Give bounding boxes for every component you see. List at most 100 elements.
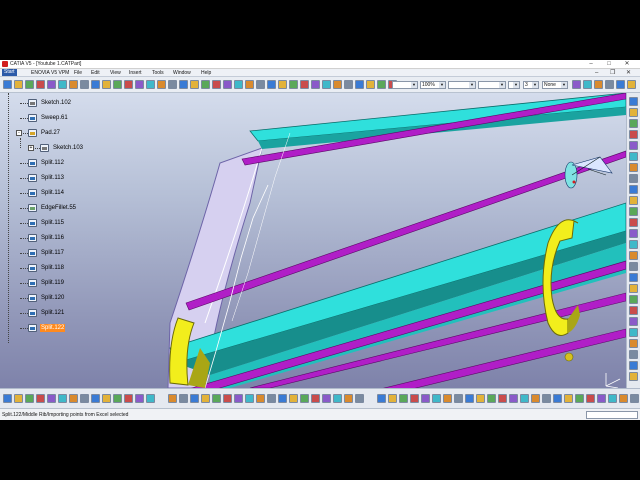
toolbar-tool-icon[interactable] — [25, 394, 34, 403]
toolbar-tool-icon[interactable] — [168, 80, 177, 89]
layer-combo[interactable]: 3 ▼ — [523, 81, 539, 89]
split-icon[interactable] — [28, 309, 37, 317]
toolbar-tool-icon[interactable] — [256, 80, 265, 89]
toolbar-tool-icon[interactable] — [629, 262, 638, 271]
toolbar-tool-icon[interactable] — [223, 80, 232, 89]
toolbar-tool-icon[interactable] — [629, 317, 638, 326]
menu-file[interactable]: File — [74, 70, 82, 76]
split-icon[interactable] — [28, 159, 37, 167]
toolbar-tool-icon[interactable] — [629, 339, 638, 348]
toolbar-tool-icon[interactable] — [333, 80, 342, 89]
toolbar-tool-icon[interactable] — [542, 394, 551, 403]
3d-viewport[interactable]: Sketch.102 Sweep.61 - Pad.27 + Sketch.103 Spli… — [0, 93, 626, 388]
toolbar-tool-icon[interactable] — [36, 394, 45, 403]
sketch-icon[interactable] — [28, 99, 37, 107]
toolbar-tool-icon[interactable] — [146, 80, 155, 89]
tree-node-label[interactable]: Split.121 — [40, 309, 65, 317]
toolbar-tool-icon[interactable] — [344, 80, 353, 89]
toolbar-tool-icon[interactable] — [245, 80, 254, 89]
toolbar-tool-icon[interactable] — [608, 394, 617, 403]
tree-expander-icon[interactable]: - — [16, 130, 22, 136]
toolbar-tool-icon[interactable] — [201, 394, 210, 403]
minimize-button[interactable]: – — [584, 60, 598, 68]
toolbar-tool-icon[interactable] — [421, 394, 430, 403]
toolbar-tool-icon[interactable] — [629, 196, 638, 205]
toolbar-tool-icon[interactable] — [300, 80, 309, 89]
toolbar-tool-icon[interactable] — [629, 152, 638, 161]
toolbar-tool-icon[interactable] — [157, 80, 166, 89]
toolbar-tool-icon[interactable] — [135, 394, 144, 403]
toolbar-tool-icon[interactable] — [102, 80, 111, 89]
toolbar-tool-icon[interactable] — [476, 394, 485, 403]
toolbar-tool-icon[interactable] — [388, 394, 397, 403]
toolbar-tool-icon[interactable] — [520, 394, 529, 403]
toolbar-tool-icon[interactable] — [190, 80, 199, 89]
toolbar-tool-icon[interactable] — [36, 80, 45, 89]
toolbar-tool-icon[interactable] — [267, 394, 276, 403]
toolbar-tool-icon[interactable] — [14, 80, 23, 89]
pad-icon[interactable] — [28, 129, 37, 137]
toolbar-tool-icon[interactable] — [586, 394, 595, 403]
toolbar-tool-icon[interactable] — [355, 394, 364, 403]
split-icon[interactable] — [28, 249, 37, 257]
toolbar-tool-icon[interactable] — [234, 394, 243, 403]
point-symbol-combo[interactable]: ▼ — [508, 81, 520, 89]
toolbar-tool-icon[interactable] — [113, 80, 122, 89]
toolbar-tool-icon[interactable] — [553, 394, 562, 403]
toolbar-tool-icon[interactable] — [322, 394, 331, 403]
toolbar-tool-icon[interactable] — [80, 80, 89, 89]
split-icon[interactable] — [28, 219, 37, 227]
split-icon[interactable] — [28, 189, 37, 197]
toolbar-tool-icon[interactable] — [629, 273, 638, 282]
toolbar-tool-icon[interactable] — [410, 394, 419, 403]
mdi-minimize-button[interactable]: – — [595, 69, 598, 77]
sketch-icon[interactable] — [40, 144, 49, 152]
toolbar-tool-icon[interactable] — [465, 394, 474, 403]
toolbar-tool-icon[interactable] — [25, 80, 34, 89]
toolbar-tool-icon[interactable] — [629, 251, 638, 260]
toolbar-tool-icon[interactable] — [605, 80, 614, 89]
tree-node-label[interactable]: Sweep.61 — [40, 114, 69, 122]
tree-node-label[interactable]: Split.120 — [40, 294, 65, 302]
toolbar-tool-icon[interactable] — [58, 394, 67, 403]
toolbar-tool-icon[interactable] — [311, 80, 320, 89]
tree-expander-icon[interactable]: + — [28, 145, 34, 151]
toolbar-tool-icon[interactable] — [531, 394, 540, 403]
toolbar-tool-icon[interactable] — [300, 394, 309, 403]
rendering-combo[interactable]: None ▼ — [542, 81, 568, 89]
toolbar-tool-icon[interactable] — [80, 394, 89, 403]
toolbar-tool-icon[interactable] — [629, 350, 638, 359]
menu-enovia[interactable]: ENOVIA V5 VPM — [31, 70, 69, 76]
toolbar-tool-icon[interactable] — [575, 394, 584, 403]
toolbar-tool-icon[interactable] — [629, 295, 638, 304]
toolbar-tool-icon[interactable] — [102, 394, 111, 403]
edge-fillet-icon[interactable] — [28, 204, 37, 212]
toolbar-tool-icon[interactable] — [498, 394, 507, 403]
toolbar-tool-icon[interactable] — [91, 394, 100, 403]
toolbar-tool-icon[interactable] — [146, 394, 155, 403]
toolbar-tool-icon[interactable] — [179, 394, 188, 403]
toolbar-tool-icon[interactable] — [629, 130, 638, 139]
toolbar-tool-icon[interactable] — [267, 80, 276, 89]
sweep-icon[interactable] — [28, 114, 37, 122]
toolbar-tool-icon[interactable] — [113, 394, 122, 403]
toolbar-tool-icon[interactable] — [201, 80, 210, 89]
toolbar-tool-icon[interactable] — [124, 80, 133, 89]
toolbar-tool-icon[interactable] — [487, 394, 496, 403]
toolbar-tool-icon[interactable] — [629, 328, 638, 337]
split-icon[interactable] — [28, 324, 37, 332]
toolbar-tool-icon[interactable] — [629, 229, 638, 238]
tree-node-label[interactable]: Split.119 — [40, 279, 65, 287]
toolbar-tool-icon[interactable] — [629, 163, 638, 172]
toolbar-tool-icon[interactable] — [629, 284, 638, 293]
toolbar-tool-icon[interactable] — [256, 394, 265, 403]
toolbar-tool-icon[interactable] — [322, 80, 331, 89]
mdi-restore-button[interactable]: ❐ — [610, 69, 615, 77]
toolbar-tool-icon[interactable] — [630, 394, 639, 403]
tree-node-label[interactable]: Pad.27 — [40, 129, 61, 137]
toolbar-tool-icon[interactable] — [14, 394, 23, 403]
toolbar-tool-icon[interactable] — [629, 361, 638, 370]
toolbar-tool-icon[interactable] — [311, 394, 320, 403]
toolbar-tool-icon[interactable] — [333, 394, 342, 403]
toolbar-tool-icon[interactable] — [278, 80, 287, 89]
